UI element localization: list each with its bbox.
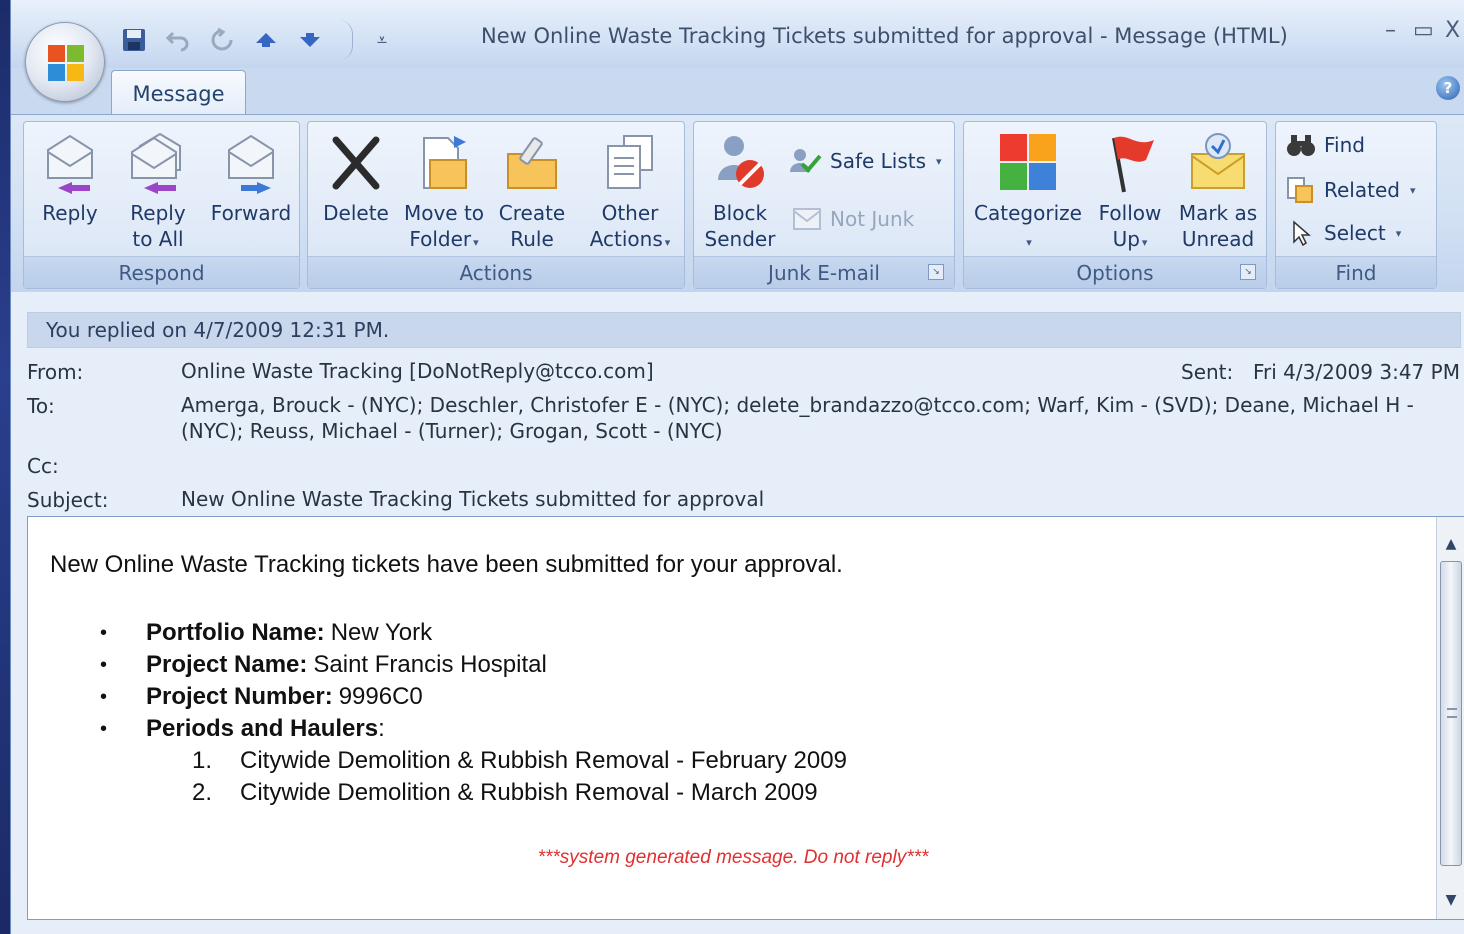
undo-icon[interactable] xyxy=(163,25,193,55)
customize-qat-icon[interactable]: ⩡ xyxy=(367,25,397,55)
unread-envelope-icon xyxy=(1191,133,1245,189)
not-junk-button[interactable]: Not Junk xyxy=(792,206,914,232)
group-options: Categorize ▾ Follow Up ▾ Mark as Unread … xyxy=(963,121,1267,289)
binoculars-icon xyxy=(1287,135,1315,156)
select-button[interactable]: Select ▾ xyxy=(1286,220,1401,246)
follow-up-button[interactable]: Follow Up ▾ xyxy=(1090,130,1170,256)
find-button[interactable]: Find xyxy=(1286,132,1365,158)
other-actions-button[interactable]: Other Actions ▾ xyxy=(578,130,682,256)
redo-icon[interactable] xyxy=(207,25,237,55)
reply-all-icon xyxy=(131,132,181,194)
scroll-thumb[interactable] xyxy=(1440,561,1462,866)
group-label-options: Options xyxy=(964,256,1266,288)
move-to-folder-button[interactable]: Move to Folder ▾ xyxy=(400,130,488,256)
related-icon xyxy=(1287,177,1313,203)
title-bar: ⩡ New Online Waste Tracking Tickets subm… xyxy=(11,0,1464,68)
quick-access-toolbar: ⩡ xyxy=(119,20,397,60)
subject-label: Subject: xyxy=(27,488,109,512)
delete-button[interactable]: Delete xyxy=(318,130,394,226)
to-value[interactable]: Amerga, Brouck - (NYC); Deschler, Christ… xyxy=(181,392,1451,444)
create-rule-button[interactable]: Create Rule xyxy=(494,130,570,252)
details-list: • Portfolio Name: New York • Project Nam… xyxy=(100,617,547,745)
list-item: • Project Name: Saint Francis Hospital xyxy=(100,651,547,678)
message-reading-pane: You replied on 4/7/2009 12:31 PM. From: … xyxy=(11,292,1464,934)
related-button[interactable]: Related ▾ xyxy=(1286,176,1416,204)
not-junk-icon xyxy=(793,208,821,230)
sent-value: Fri 4/3/2009 3:47 PM xyxy=(1253,360,1460,384)
body-intro: New Online Waste Tracking tickets have b… xyxy=(50,551,843,578)
move-to-folder-icon xyxy=(423,136,467,189)
list-item: 1. Citywide Demolition & Rubbish Removal… xyxy=(192,747,847,774)
subject-value: New Online Waste Tracking Tickets submit… xyxy=(181,487,765,511)
system-generated-note: ***system generated message. Do not repl… xyxy=(537,847,929,868)
safe-lists-button[interactable]: Safe Lists ▾ xyxy=(788,146,942,176)
categorize-button[interactable]: Categorize ▾ xyxy=(970,130,1086,256)
office-button[interactable] xyxy=(25,22,105,102)
options-launcher-icon[interactable]: ↘ xyxy=(1240,264,1256,280)
block-sender-icon xyxy=(718,136,764,188)
junk-options-launcher-icon[interactable]: ↘ xyxy=(928,264,944,280)
create-rule-icon xyxy=(507,137,557,189)
save-icon[interactable] xyxy=(119,25,149,55)
outlook-message-window: ⩡ New Online Waste Tracking Tickets subm… xyxy=(10,0,1464,934)
flag-icon xyxy=(1112,136,1154,193)
forward-button[interactable]: Forward xyxy=(206,130,296,226)
info-bar[interactable]: You replied on 4/7/2009 12:31 PM. xyxy=(27,312,1461,348)
ribbon: Reply Reply to All Forward Respond Delet… xyxy=(11,114,1464,292)
cc-label: Cc: xyxy=(27,454,59,478)
reply-icon xyxy=(47,134,93,194)
safe-lists-icon xyxy=(790,149,822,173)
mark-as-unread-button[interactable]: Mark as Unread xyxy=(1172,130,1264,252)
periods-list: 1. Citywide Demolition & Rubbish Removal… xyxy=(192,745,847,809)
next-item-icon[interactable] xyxy=(295,25,325,55)
to-label: To: xyxy=(27,394,55,418)
list-item: • Portfolio Name: New York xyxy=(100,619,433,646)
scroll-down-icon[interactable]: ▼ xyxy=(1437,887,1464,913)
sent-label: Sent: xyxy=(1181,360,1234,384)
list-item: • Periods and Haulers : xyxy=(100,715,385,742)
office-logo-icon xyxy=(48,45,84,81)
maximize-button[interactable]: ▭ xyxy=(1413,18,1434,43)
message-body[interactable]: New Online Waste Tracking tickets have b… xyxy=(27,516,1464,920)
group-label-junk-email: Junk E-mail xyxy=(694,256,954,288)
cursor-arrow-icon xyxy=(1293,220,1312,246)
list-item: 2. Citywide Demolition & Rubbish Removal… xyxy=(192,779,818,806)
help-icon[interactable]: ? xyxy=(1436,76,1460,100)
categorize-icon xyxy=(1000,134,1056,190)
minimize-button[interactable]: – xyxy=(1385,18,1396,43)
qat-separator xyxy=(339,20,353,60)
other-actions-icon xyxy=(607,135,653,189)
group-find: Find Related ▾ Select ▾ Find xyxy=(1275,121,1437,289)
tab-message[interactable]: Message xyxy=(111,70,246,116)
group-label-respond: Respond xyxy=(24,256,299,288)
list-item: • Project Number: 9996C0 xyxy=(100,683,423,710)
window-title: New Online Waste Tracking Tickets submit… xyxy=(481,24,1288,48)
block-sender-button[interactable]: Block Sender xyxy=(700,130,780,252)
grip-icon xyxy=(1447,708,1457,718)
group-respond: Reply Reply to All Forward Respond xyxy=(23,121,300,289)
reply-to-all-button[interactable]: Reply to All xyxy=(118,130,198,252)
close-button[interactable]: X xyxy=(1445,18,1460,43)
group-label-find: Find xyxy=(1276,256,1436,288)
group-junk-email: Block Sender Safe Lists ▾ Not Junk Junk E… xyxy=(693,121,955,289)
forward-icon xyxy=(228,134,274,194)
previous-item-icon[interactable] xyxy=(251,25,281,55)
group-label-actions: Actions xyxy=(308,256,684,288)
scroll-up-icon[interactable]: ▲ xyxy=(1437,531,1464,557)
from-label: From: xyxy=(27,360,84,384)
reply-button[interactable]: Reply xyxy=(34,130,106,226)
vertical-scrollbar[interactable]: ▲ ▼ xyxy=(1436,517,1464,919)
group-actions: Delete Move to Folder ▾ Create Rule Othe… xyxy=(307,121,685,289)
delete-icon xyxy=(332,136,380,190)
